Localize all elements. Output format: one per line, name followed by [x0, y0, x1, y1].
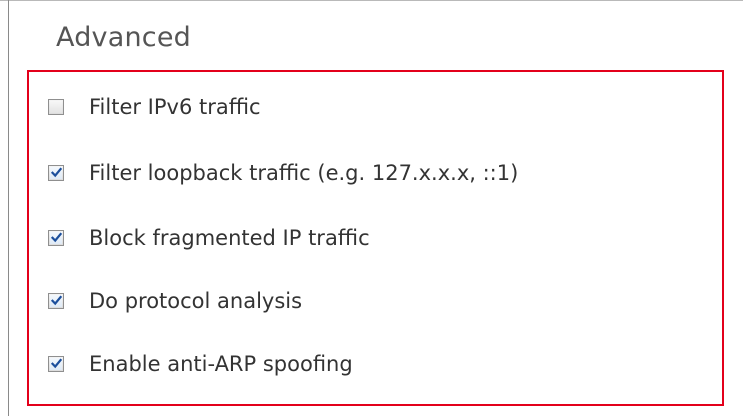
checkmark-icon — [50, 295, 63, 306]
option-label: Filter IPv6 traffic — [89, 95, 261, 119]
checkmark-icon — [50, 167, 63, 178]
checkbox-inner — [50, 101, 62, 113]
checkmark-icon — [50, 358, 63, 369]
checkbox-filter-loopback[interactable] — [48, 165, 64, 181]
panel-left-border — [8, 0, 9, 416]
settings-panel: Advanced Filter IPv6 traffic Filter loop… — [0, 0, 743, 416]
checkbox-anti-arp-spoofing[interactable] — [48, 356, 64, 372]
option-label: Filter loopback traffic (e.g. 127.x.x.x,… — [89, 161, 519, 185]
option-block-fragmented[interactable]: Block fragmented IP traffic — [48, 223, 370, 253]
section-title: Advanced — [56, 22, 191, 53]
checkbox-protocol-analysis[interactable] — [48, 293, 64, 309]
panel-top-border — [0, 0, 743, 1]
option-label: Block fragmented IP traffic — [89, 226, 370, 250]
option-protocol-analysis[interactable]: Do protocol analysis — [48, 286, 302, 316]
option-anti-arp-spoofing[interactable]: Enable anti-ARP spoofing — [48, 349, 353, 379]
checkmark-icon — [50, 232, 63, 243]
checkbox-block-fragmented[interactable] — [48, 230, 64, 246]
option-label: Enable anti-ARP spoofing — [89, 352, 353, 376]
option-filter-ipv6[interactable]: Filter IPv6 traffic — [48, 92, 261, 122]
checkbox-filter-ipv6[interactable] — [48, 99, 64, 115]
option-label: Do protocol analysis — [89, 289, 303, 313]
option-filter-loopback[interactable]: Filter loopback traffic (e.g. 127.x.x.x,… — [48, 158, 518, 188]
